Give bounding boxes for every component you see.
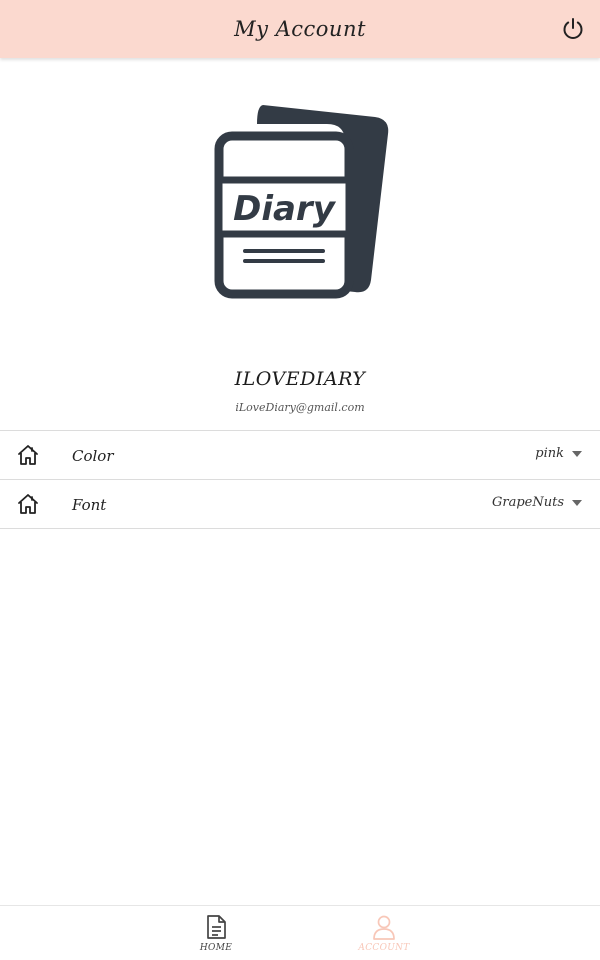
app-root: My Account Diary ILOVEDIARY iLoveDiary@g… <box>0 0 600 960</box>
nav-account-label: ACCOUNT <box>358 943 410 953</box>
settings-list: Color pink Font GrapeNuts <box>0 430 600 529</box>
diary-logo: Diary <box>205 100 395 305</box>
nav-home-label: HOME <box>199 943 233 953</box>
setting-row-font: Font GrapeNuts <box>0 480 600 529</box>
setting-label: Font <box>72 496 107 514</box>
diary-logo-text: Diary <box>233 189 337 229</box>
home-icon <box>18 494 38 514</box>
setting-label: Color <box>72 447 114 465</box>
caret-down-icon <box>572 499 582 506</box>
power-button[interactable] <box>560 16 586 42</box>
diary-logo-icon: Diary <box>214 105 389 299</box>
color-select[interactable]: pink <box>535 446 582 461</box>
home-icon <box>18 445 38 465</box>
page-title: My Account <box>234 17 366 41</box>
document-icon <box>207 915 226 939</box>
setting-row-color: Color pink <box>0 431 600 480</box>
font-select-value: GrapeNuts <box>491 495 564 510</box>
color-select-value: pink <box>535 446 564 461</box>
user-icon <box>373 915 395 940</box>
bottom-nav: HOME ACCOUNT <box>0 905 600 960</box>
email: iLoveDiary@gmail.com <box>235 401 365 414</box>
app-header: My Account <box>0 0 600 58</box>
font-select[interactable]: GrapeNuts <box>492 495 582 510</box>
caret-down-icon <box>572 450 582 457</box>
nav-home[interactable]: HOME <box>176 914 256 958</box>
nav-account[interactable]: ACCOUNT <box>344 914 424 958</box>
username: ILOVEDIARY <box>234 368 366 390</box>
power-icon <box>563 18 583 40</box>
